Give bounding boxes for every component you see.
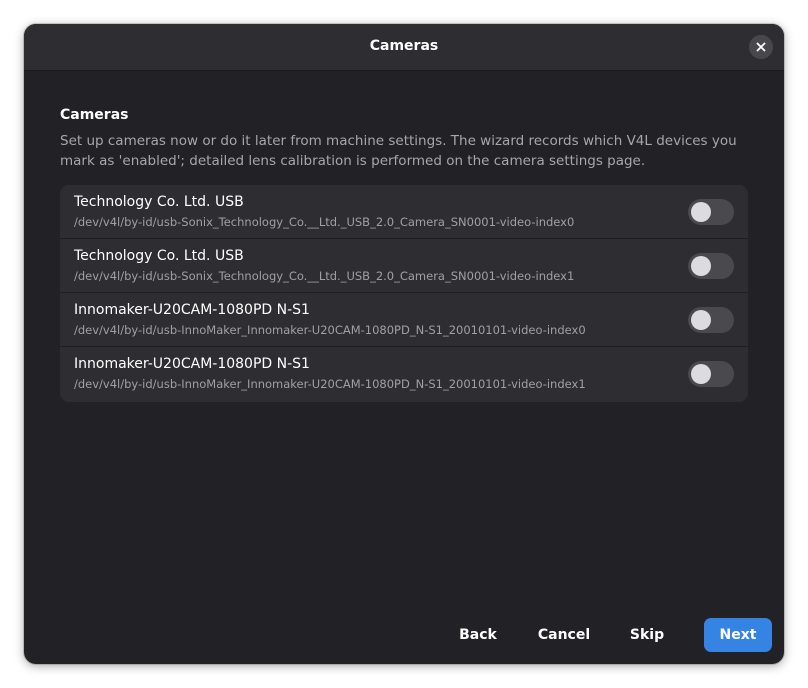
cancel-button[interactable]: Cancel — [530, 618, 598, 652]
camera-row: Technology Co. Ltd. USB /dev/v4l/by-id/u… — [60, 239, 748, 293]
skip-button[interactable]: Skip — [620, 618, 674, 652]
camera-row: Innomaker-U20CAM-1080PD N-S1 /dev/v4l/by… — [60, 347, 748, 402]
camera-setup-dialog: Cameras Cameras Set up cameras now or do… — [24, 24, 784, 664]
camera-enable-toggle[interactable] — [688, 307, 734, 333]
camera-list: Technology Co. Ltd. USB /dev/v4l/by-id/u… — [60, 185, 748, 402]
camera-path: /dev/v4l/by-id/usb-Sonix_Technology_Co._… — [74, 215, 575, 229]
dialog-header: Cameras — [24, 24, 784, 71]
toggle-knob — [691, 364, 711, 384]
camera-name: Technology Co. Ltd. USB — [74, 248, 244, 264]
section-title: Cameras — [60, 107, 129, 123]
close-icon — [756, 42, 766, 52]
camera-name: Innomaker-U20CAM-1080PD N-S1 — [74, 356, 310, 372]
camera-path: /dev/v4l/by-id/usb-InnoMaker_Innomaker-U… — [74, 377, 586, 391]
camera-path: /dev/v4l/by-id/usb-InnoMaker_Innomaker-U… — [74, 323, 586, 337]
toggle-knob — [691, 202, 711, 222]
section-description: Set up cameras now or do it later from m… — [60, 133, 737, 169]
close-button[interactable] — [749, 35, 773, 59]
toggle-knob — [691, 310, 711, 330]
camera-enable-toggle[interactable] — [688, 361, 734, 387]
toggle-knob — [691, 256, 711, 276]
camera-name: Technology Co. Ltd. USB — [74, 194, 244, 210]
camera-enable-toggle[interactable] — [688, 253, 734, 279]
dialog-title: Cameras — [369, 38, 439, 54]
cameras-section: Cameras Set up cameras now or do it late… — [60, 106, 748, 402]
back-button[interactable]: Back — [448, 618, 508, 652]
camera-enable-toggle[interactable] — [688, 199, 734, 225]
camera-path: /dev/v4l/by-id/usb-Sonix_Technology_Co._… — [74, 269, 575, 283]
camera-row: Technology Co. Ltd. USB /dev/v4l/by-id/u… — [60, 185, 748, 239]
camera-name: Innomaker-U20CAM-1080PD N-S1 — [74, 302, 310, 318]
camera-row: Innomaker-U20CAM-1080PD N-S1 /dev/v4l/by… — [60, 293, 748, 347]
next-button[interactable]: Next — [704, 618, 772, 652]
